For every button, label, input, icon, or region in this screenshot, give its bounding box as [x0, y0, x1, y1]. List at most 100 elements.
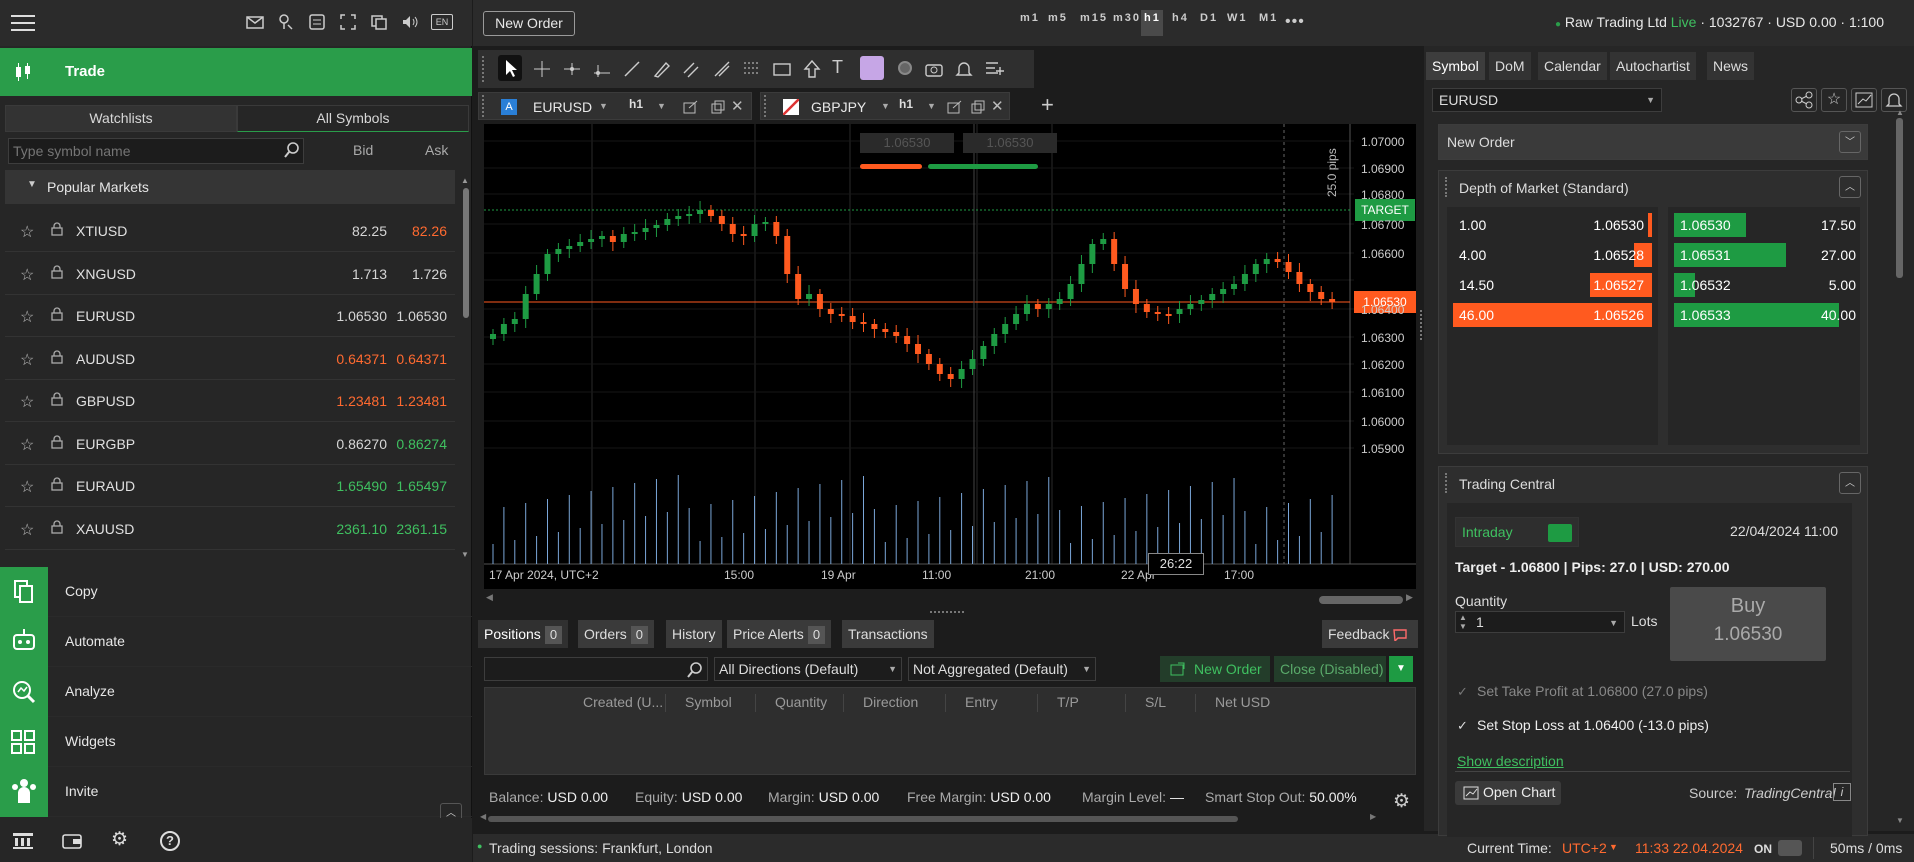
bid-price[interactable]: 2361.10: [336, 521, 387, 537]
account-info[interactable]: ● Raw Trading Ltd Live · 1032767 · USD 0…: [1555, 14, 1884, 30]
favorite-star-icon[interactable]: ☆: [1821, 88, 1847, 112]
channel-tool-icon[interactable]: [682, 59, 702, 79]
rectangle-icon[interactable]: [772, 59, 792, 79]
close-tab-icon[interactable]: ✕: [731, 97, 744, 115]
bid-column-header[interactable]: Bid: [353, 142, 373, 158]
crosshair-icon[interactable]: [532, 59, 552, 79]
bid-price[interactable]: 1.713: [352, 266, 387, 282]
right-panel-scrollbar[interactable]: [1896, 118, 1903, 278]
toggle-switch[interactable]: [1548, 524, 1572, 542]
dom-bid-row[interactable]: 46.00 1.06526: [1453, 303, 1652, 327]
expand-icon[interactable]: ﹀: [1839, 131, 1861, 153]
tab-symbol[interactable]: Symbol: [1426, 52, 1485, 80]
sound-icon[interactable]: [400, 13, 420, 31]
alert-bell-icon[interactable]: [954, 59, 974, 79]
camera-icon[interactable]: [924, 59, 944, 79]
menu-item-analyze[interactable]: Analyze: [0, 667, 472, 717]
drag-handle-icon[interactable]: [482, 56, 486, 82]
favorite-star-icon[interactable]: ☆: [20, 307, 34, 327]
positions-new-order-button[interactable]: New Order: [1160, 656, 1270, 682]
close-dropdown-icon[interactable]: ▼: [1389, 656, 1413, 682]
resize-handle-icon[interactable]: [930, 611, 964, 615]
chart-canvas[interactable]: [484, 124, 1416, 589]
dom-ask-row[interactable]: 1.06531 27.00: [1674, 243, 1864, 267]
ask-column-header[interactable]: Ask: [425, 142, 448, 158]
timeframe-M1[interactable]: M1: [1256, 10, 1278, 36]
dom-ask-row[interactable]: 1.06530 17.50: [1674, 213, 1864, 237]
ask-price[interactable]: 1.06530: [396, 308, 447, 324]
menu-item-copy[interactable]: Copy: [0, 567, 472, 617]
price-chart[interactable]: 1.06530 1.06530 25.0 pips TARGET 1.06530…: [484, 124, 1416, 589]
calculator-icon[interactable]: [307, 13, 327, 31]
hand-icon[interactable]: [276, 13, 296, 31]
menu-item-automate[interactable]: Automate: [0, 617, 472, 667]
scroll-up-icon[interactable]: ▲: [461, 176, 469, 185]
intraday-toggle[interactable]: Intraday: [1455, 517, 1579, 547]
scroll-down-icon[interactable]: ▼: [461, 550, 469, 559]
column-header[interactable]: Entry: [965, 694, 998, 710]
column-header[interactable]: Symbol: [685, 694, 732, 710]
favorite-star-icon[interactable]: ☆: [20, 265, 34, 285]
favorite-star-icon[interactable]: ☆: [20, 477, 34, 497]
sound-toggle[interactable]: [1778, 840, 1802, 856]
building-icon[interactable]: [12, 832, 34, 850]
timeframe-h4[interactable]: h4: [1169, 10, 1191, 36]
arrow-up-icon[interactable]: [802, 59, 822, 79]
symbol-list-scrollbar[interactable]: [463, 188, 469, 318]
favorite-star-icon[interactable]: ☆: [20, 222, 34, 242]
open-chart-button[interactable]: Open Chart: [1455, 781, 1561, 805]
scroll-right-icon[interactable]: ▶: [1370, 812, 1376, 821]
detach-icon[interactable]: [711, 100, 725, 114]
trendline-ray-icon[interactable]: [592, 59, 612, 79]
stepper-arrows-icon[interactable]: ▲ ▼: [1459, 613, 1467, 631]
ask-price[interactable]: 82.26: [412, 223, 447, 239]
popular-markets-group[interactable]: ▼ Popular Markets: [5, 170, 455, 204]
symbol-row[interactable]: ☆ EURUSD 1.06530 1.06530: [5, 295, 455, 337]
tab-watchlists[interactable]: Watchlists: [5, 105, 237, 132]
collapse-icon[interactable]: ︿: [1839, 176, 1861, 198]
timeframe-caret-icon[interactable]: ▼: [927, 101, 936, 111]
settings-gear-icon[interactable]: ⚙: [1393, 790, 1410, 813]
bid-price[interactable]: 1.06530: [336, 308, 387, 324]
cursor-tool-button[interactable]: [498, 55, 522, 81]
table-horizontal-scrollbar[interactable]: [488, 816, 1238, 822]
column-header[interactable]: Net USD: [1215, 694, 1270, 710]
dom-ask-row[interactable]: 1.06533 40.00: [1674, 303, 1864, 327]
symbol-row[interactable]: ☆ XTIUSD 82.25 82.26: [5, 210, 455, 252]
pitchfork-icon[interactable]: [712, 59, 732, 79]
buy-button[interactable]: Buy 1.06530: [1670, 587, 1826, 661]
drag-handle-icon[interactable]: [1445, 177, 1449, 197]
favorite-star-icon[interactable]: ☆: [20, 392, 34, 412]
drag-handle-icon[interactable]: [764, 95, 768, 117]
menu-item-widgets[interactable]: Widgets: [0, 717, 472, 767]
add-chart-icon[interactable]: +: [1041, 92, 1054, 118]
ask-price[interactable]: 2361.15: [396, 521, 447, 537]
column-header[interactable]: Quantity: [775, 694, 827, 710]
symbol-row[interactable]: ☆ XAUUSD 2361.10 2361.15: [5, 508, 455, 550]
symbol-row[interactable]: ☆ XNGUSD 1.713 1.726: [5, 253, 455, 295]
ask-price[interactable]: 0.86274: [396, 436, 447, 452]
settings-gear-icon[interactable]: ⚙: [111, 828, 128, 851]
symbol-row[interactable]: ☆ GBPUSD 1.23481 1.23481: [5, 380, 455, 422]
tab-calendar[interactable]: Calendar: [1538, 52, 1607, 80]
favorite-star-icon[interactable]: ☆: [20, 350, 34, 370]
language-en-icon[interactable]: EN: [431, 14, 453, 30]
bid-price[interactable]: 0.64371: [336, 351, 387, 367]
column-header[interactable]: T/P: [1057, 694, 1079, 710]
tab-all-symbols[interactable]: All Symbols: [237, 105, 469, 132]
drag-handle-icon[interactable]: [1445, 473, 1449, 493]
bid-price[interactable]: 1.23481: [336, 393, 387, 409]
sell-price-box[interactable]: 1.06530: [860, 133, 954, 153]
timezone-selector[interactable]: UTC+2: [1562, 840, 1607, 856]
dropdown-caret-icon[interactable]: ▼: [1609, 618, 1618, 628]
tab-positions[interactable]: Positions 0: [478, 620, 569, 648]
trendline-icon[interactable]: [622, 59, 642, 79]
quantity-stepper[interactable]: ▲ ▼ 1 ▼: [1455, 611, 1625, 633]
timeframe-m30[interactable]: m30: [1110, 10, 1139, 36]
bid-price[interactable]: 1.65490: [336, 478, 387, 494]
column-header[interactable]: S/L: [1145, 694, 1166, 710]
chart-horizontal-scrollbar[interactable]: ◀ ▶: [484, 592, 1416, 605]
tab-price-alerts[interactable]: Price Alerts 0: [727, 620, 832, 648]
new-order-panel[interactable]: New Order ﹀: [1438, 124, 1868, 160]
pencil-icon[interactable]: [652, 59, 672, 79]
